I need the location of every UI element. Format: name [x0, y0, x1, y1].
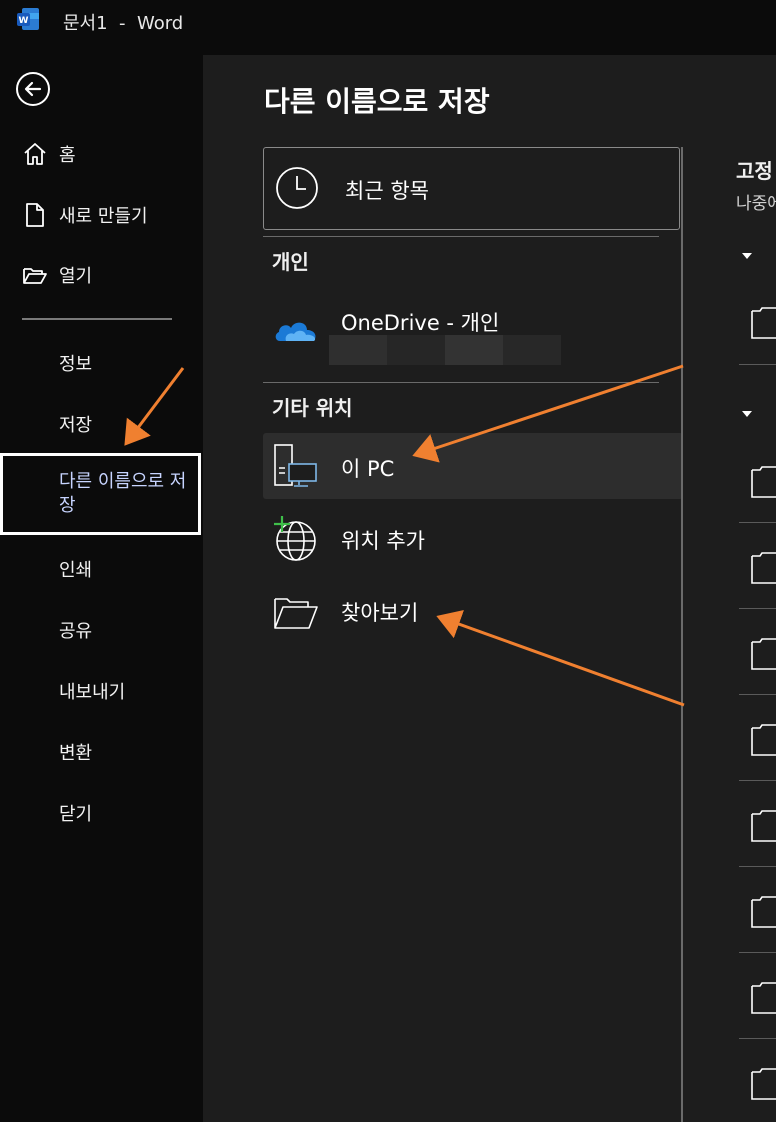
folder-icon[interactable] [751, 305, 776, 339]
redacted-account [329, 335, 561, 365]
backstage-sidebar: 홈 새로 만들기 열기 정보 저장 다른 이름으로 저장 인쇄 공유 내보내기 … [0, 55, 203, 1122]
clock-icon [276, 167, 318, 209]
recent-location[interactable]: 최근 항목 [263, 147, 680, 230]
word-app-icon: W [17, 8, 39, 30]
sidebar-item-transform[interactable]: 변환 [59, 739, 92, 765]
folder-icon[interactable] [751, 894, 776, 928]
chevron-down-icon[interactable] [740, 409, 754, 419]
folder-separator [739, 952, 776, 953]
folder-icon[interactable] [751, 980, 776, 1014]
onedrive-label: OneDrive - 개인 [341, 311, 500, 335]
browse-folder-icon [274, 598, 318, 629]
recent-label: 최근 항목 [345, 179, 429, 203]
folder-separator [739, 780, 776, 781]
folder-separator [739, 694, 776, 695]
sidebar-item-print[interactable]: 인쇄 [59, 556, 92, 582]
back-button[interactable] [16, 72, 50, 106]
pinned-subtitle: 나중에 [736, 194, 776, 214]
svg-text:W: W [19, 16, 29, 26]
sidebar-item-export[interactable]: 내보내기 [59, 678, 125, 704]
folder-separator [739, 522, 776, 523]
pinned-header: 고정 [736, 159, 773, 183]
folder-separator [739, 364, 776, 365]
sidebar-item-new[interactable]: 새로 만들기 [0, 195, 203, 235]
chevron-down-icon[interactable] [740, 251, 754, 261]
this-pc-label: 이 PC [341, 457, 395, 481]
folder-icon[interactable] [751, 636, 776, 670]
sidebar-item-share[interactable]: 공유 [59, 617, 92, 643]
add-place-location[interactable]: 위치 추가 [263, 505, 683, 571]
folder-separator [739, 608, 776, 609]
sidebar-item-save[interactable]: 저장 [59, 411, 92, 437]
save-as-panel: 다른 이름으로 저장 최근 항목 개인 OneDrive - 개인 기타 위치 … [203, 55, 776, 1122]
add-place-label: 위치 추가 [341, 529, 425, 553]
other-locations-header: 기타 위치 [272, 396, 353, 420]
folder-icon[interactable] [751, 550, 776, 584]
sidebar-item-label: 새로 만들기 [59, 206, 148, 227]
group-header-partial [769, 241, 776, 265]
back-arrow-icon [24, 81, 42, 97]
browse-location[interactable]: 찾아보기 [263, 577, 683, 643]
folder-icon[interactable] [751, 1066, 776, 1100]
open-folder-icon [23, 268, 47, 284]
personal-header: 개인 [272, 250, 309, 274]
divider [263, 382, 659, 383]
sidebar-item-label: 열기 [59, 266, 93, 287]
folder-separator [739, 1038, 776, 1039]
folder-icon[interactable] [751, 722, 776, 756]
add-place-globe-icon [274, 516, 316, 561]
this-pc-icon [274, 444, 317, 487]
sidebar-item-info[interactable]: 정보 [59, 350, 92, 376]
onedrive-cloud-icon [275, 322, 316, 341]
sidebar-item-label: 다른 이름으로 저장 [59, 471, 187, 516]
sidebar-item-save-as[interactable]: 다른 이름으로 저장 [0, 453, 201, 535]
sidebar-item-open[interactable]: 열기 [0, 255, 203, 295]
folder-icon[interactable] [751, 464, 776, 498]
folder-icon[interactable] [751, 808, 776, 842]
browse-label: 찾아보기 [341, 601, 419, 625]
this-pc-location[interactable]: 이 PC [263, 433, 683, 499]
home-icon [24, 143, 46, 165]
window-title: 문서1 - Word [63, 13, 184, 34]
page-title: 다른 이름으로 저장 [264, 85, 490, 118]
folder-separator [739, 866, 776, 867]
title-bar: W 문서1 - Word [0, 0, 776, 55]
sidebar-item-home[interactable]: 홈 [0, 134, 203, 174]
divider [263, 236, 659, 237]
new-document-icon [26, 203, 44, 227]
panel-divider [681, 147, 683, 1122]
sidebar-item-label: 홈 [59, 145, 76, 166]
sidebar-item-close[interactable]: 닫기 [59, 800, 92, 826]
sidebar-divider [22, 318, 172, 320]
